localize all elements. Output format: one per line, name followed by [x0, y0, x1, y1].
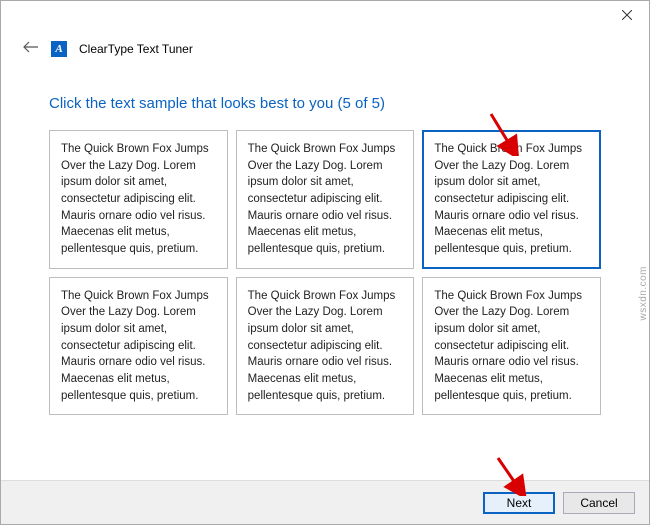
instruction-text: Click the text sample that looks best to… — [1, 57, 649, 130]
text-sample-6[interactable]: The Quick Brown Fox Jumps Over the Lazy … — [422, 277, 601, 416]
text-sample-3[interactable]: The Quick Brown Fox Jumps Over the Lazy … — [422, 130, 601, 269]
watermark: wsxdn.com — [639, 266, 650, 321]
close-icon — [622, 10, 632, 20]
dialog-window: A ClearType Text Tuner Click the text sa… — [0, 0, 650, 525]
back-button[interactable] — [23, 41, 39, 57]
footer: Next Cancel — [1, 480, 649, 524]
sample-grid: The Quick Brown Fox Jumps Over the Lazy … — [1, 130, 649, 415]
text-sample-5[interactable]: The Quick Brown Fox Jumps Over the Lazy … — [236, 277, 415, 416]
titlebar — [1, 1, 649, 33]
close-button[interactable] — [604, 1, 649, 29]
text-sample-2[interactable]: The Quick Brown Fox Jumps Over the Lazy … — [236, 130, 415, 269]
next-button[interactable]: Next — [483, 492, 555, 514]
app-title: ClearType Text Tuner — [79, 42, 193, 56]
back-arrow-icon — [23, 41, 39, 53]
text-sample-1[interactable]: The Quick Brown Fox Jumps Over the Lazy … — [49, 130, 228, 269]
app-icon: A — [51, 41, 67, 57]
cancel-button[interactable]: Cancel — [563, 492, 635, 514]
text-sample-4[interactable]: The Quick Brown Fox Jumps Over the Lazy … — [49, 277, 228, 416]
header: A ClearType Text Tuner — [1, 33, 649, 57]
